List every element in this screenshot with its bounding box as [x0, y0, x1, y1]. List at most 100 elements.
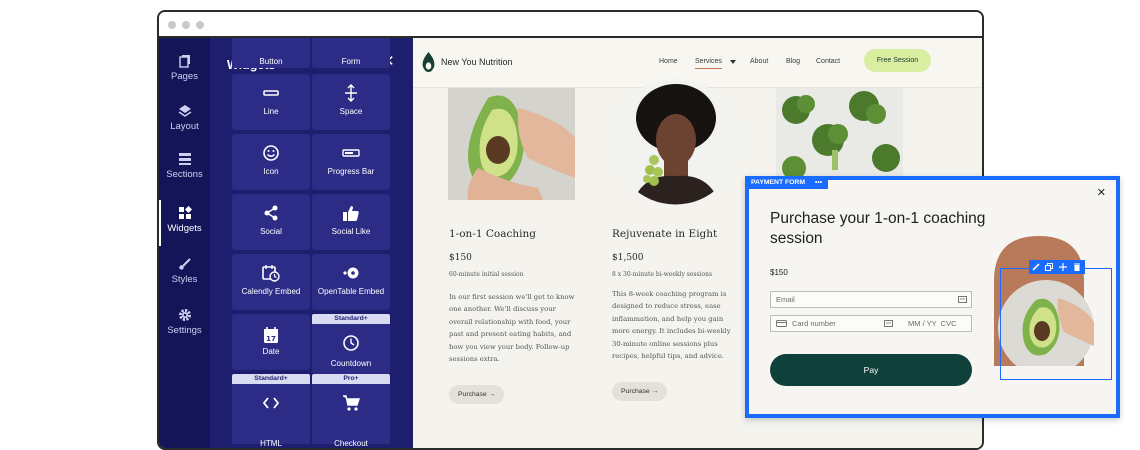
line-icon: [263, 90, 279, 96]
more-options-icon[interactable]: •••: [815, 179, 822, 186]
widget-label: Checkout: [334, 439, 368, 448]
window-titlebar: [159, 12, 982, 38]
pay-button[interactable]: Pay: [770, 354, 972, 386]
pages-icon: [178, 55, 190, 68]
widget-icon[interactable]: Icon: [232, 134, 310, 190]
sections-icon: [178, 153, 191, 165]
description-line: In our first session we'll get to know: [449, 293, 575, 301]
widget-label: Progress Bar: [327, 167, 375, 176]
sidebar-item-settings[interactable]: Settings: [159, 308, 210, 336]
leaf-logo-icon: [422, 52, 435, 72]
email-placeholder: Email: [776, 295, 795, 304]
widget-date[interactable]: 17 Date: [232, 314, 310, 370]
description-line: This 8-week coaching program is: [612, 290, 727, 298]
plan-badge: Standard+: [312, 314, 390, 324]
nav-link-services[interactable]: Services: [695, 58, 722, 69]
description-line: overall relationship with food, your: [449, 317, 571, 326]
widget-label: Calendly Embed: [241, 287, 301, 296]
widget-html[interactable]: HTML: [232, 384, 310, 448]
sidebar-item-styles[interactable]: Styles: [159, 257, 210, 285]
widgets-panel: Widgets ✕ Button Form Line Space Icon Pr…: [210, 38, 413, 448]
image-selection-frame[interactable]: [1000, 268, 1112, 380]
brush-icon: [178, 258, 191, 270]
sidebar-item-pages[interactable]: Pages: [159, 54, 210, 82]
nav-link-about[interactable]: About: [750, 58, 768, 65]
contact-card-icon: [958, 296, 967, 303]
credit-card-icon: [776, 320, 787, 327]
window-dot-icon[interactable]: [168, 21, 176, 29]
sidebar-item-label: Settings: [167, 325, 202, 336]
portrait-photo: [612, 78, 739, 205]
clock-icon: [343, 335, 359, 351]
widget-space[interactable]: Space: [312, 74, 390, 130]
copy-icon[interactable]: [1045, 263, 1053, 271]
calendar-icon: 17: [264, 327, 278, 343]
widget-type-label: PAYMENT FORM: [751, 179, 805, 186]
description-line: 30-minute online sessions plus: [612, 339, 718, 348]
nav-link-home[interactable]: Home: [659, 58, 678, 65]
purchase-button[interactable]: Purchase →: [612, 382, 668, 401]
description-line: one another. We'll discuss your: [449, 305, 556, 314]
card-number-field[interactable]: Card number MM / YY CVC: [770, 315, 972, 332]
editor-sidebar: Pages Layout Sections Widgets Styles Set…: [159, 38, 210, 448]
sidebar-item-sections[interactable]: Sections: [159, 152, 210, 180]
window-dot-icon[interactable]: [196, 21, 204, 29]
card-placeholder: Card number: [792, 319, 836, 328]
widget-label: Form: [341, 57, 361, 66]
contact-card-icon: [884, 320, 893, 327]
purchase-button[interactable]: Purchase →: [449, 385, 505, 404]
payment-form-label[interactable]: PAYMENT FORM •••: [745, 176, 829, 189]
sidebar-item-layout[interactable]: Layout: [159, 104, 210, 132]
product-title: Rejuvenate in Eight: [612, 228, 718, 240]
site-brand[interactable]: New You Nutrition: [441, 57, 513, 67]
image-toolbar: [1029, 260, 1085, 274]
widget-social[interactable]: Social: [232, 194, 310, 250]
product-subtitle: 60-minute initial session: [449, 271, 524, 278]
payment-title: Purchase your 1-on-1 coaching session: [770, 210, 986, 247]
widget-label: Social Like: [331, 227, 371, 236]
product-price: $150: [449, 253, 472, 263]
widget-label: Button: [259, 57, 283, 66]
move-icon[interactable]: [1059, 263, 1067, 271]
trash-icon[interactable]: [1073, 263, 1081, 271]
widget-form[interactable]: Form: [312, 38, 390, 68]
share-icon: [264, 205, 278, 221]
smiley-icon: [263, 145, 279, 161]
close-icon[interactable]: ✕: [1097, 186, 1106, 199]
thumbs-up-icon: [343, 206, 359, 221]
payment-price: $150: [770, 268, 788, 277]
widget-progress-bar[interactable]: Progress Bar: [312, 134, 390, 190]
product-title: 1-on-1 Coaching: [449, 228, 536, 240]
window-dot-icon[interactable]: [182, 21, 190, 29]
widget-label: OpenTable Embed: [317, 287, 385, 296]
nav-link-blog[interactable]: Blog: [786, 58, 800, 65]
widget-label: Countdown: [330, 359, 372, 368]
sidebar-item-label: Layout: [170, 121, 199, 132]
widget-calendly-embed[interactable]: Calendly Embed: [232, 254, 310, 310]
product-description: This 8-week coaching program is designed…: [612, 288, 731, 362]
description-line: more energy. It includes bi-weekly: [612, 327, 731, 336]
description-line: inflammation, and help you gain: [612, 314, 724, 323]
widget-line[interactable]: Line: [232, 74, 310, 130]
opentable-icon: [343, 267, 359, 279]
avocado-photo: [448, 88, 575, 200]
sidebar-item-widgets[interactable]: Widgets: [159, 200, 210, 246]
plan-badge: Pro+: [312, 374, 390, 384]
product-description: In our first session we'll get to know o…: [449, 291, 574, 365]
nav-link-contact[interactable]: Contact: [816, 58, 840, 65]
widget-countdown[interactable]: Countdown: [312, 324, 390, 374]
caret-down-icon[interactable]: [730, 60, 736, 64]
plan-badge: Standard+: [232, 374, 310, 384]
widgets-icon: [178, 206, 192, 219]
widget-social-like[interactable]: Social Like: [312, 194, 390, 250]
sidebar-item-label: Widgets: [167, 223, 202, 234]
description-line: sessions extra.: [449, 355, 500, 364]
payment-form-widget[interactable]: ✕ Purchase your 1-on-1 coaching session …: [745, 176, 1120, 418]
widget-button[interactable]: Button: [232, 38, 310, 68]
email-field[interactable]: Email: [770, 291, 972, 308]
space-icon: [345, 84, 357, 102]
widget-checkout[interactable]: Checkout: [312, 384, 390, 448]
widget-opentable-embed[interactable]: OpenTable Embed: [312, 254, 390, 310]
free-session-button[interactable]: Free Session: [864, 49, 931, 72]
pencil-icon[interactable]: [1032, 263, 1040, 271]
